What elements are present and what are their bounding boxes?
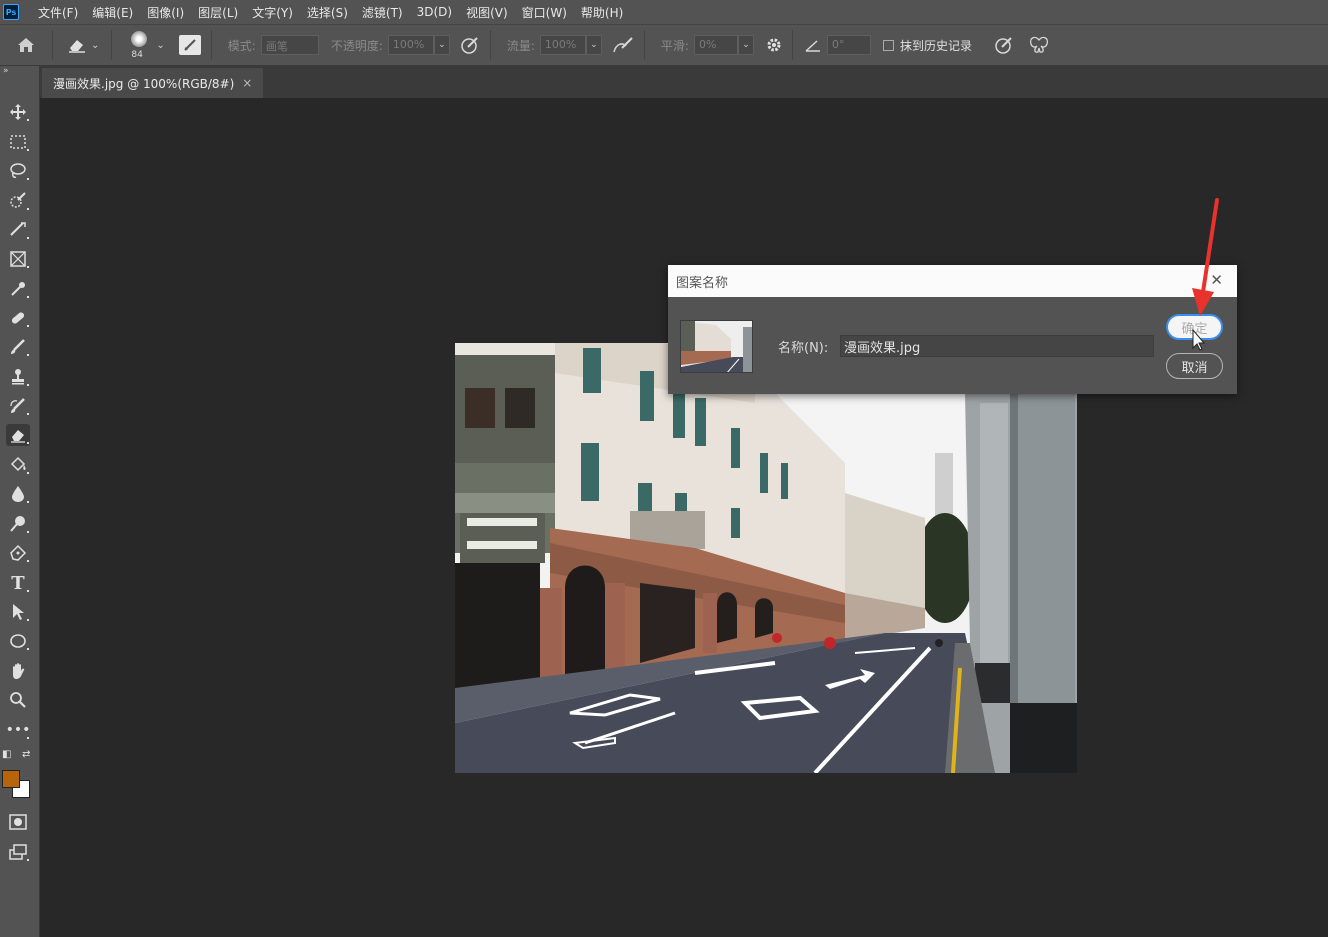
mode-select[interactable]: 画笔: [260, 35, 319, 55]
zoom-tool-icon[interactable]: [6, 689, 30, 711]
document-canvas-image[interactable]: [455, 343, 1077, 773]
menu-select[interactable]: 选择(S): [300, 4, 355, 21]
tools-panel: » T ••• ◧ ⇄: [0, 66, 40, 937]
swap-colors-icon[interactable]: ⇄: [22, 749, 30, 760]
pattern-name-input[interactable]: [840, 335, 1154, 357]
menu-3d[interactable]: 3D(D): [410, 5, 459, 19]
close-tab-icon[interactable]: ×: [242, 76, 252, 90]
cancel-button[interactable]: 取消: [1166, 353, 1223, 379]
brush-size-value: 84: [131, 50, 143, 60]
history-brush-tool-icon[interactable]: [6, 395, 30, 417]
eraser-tool-preset-icon[interactable]: [67, 37, 87, 53]
crop-tool-icon[interactable]: [6, 219, 30, 241]
smoothing-label: 平滑:: [660, 38, 689, 53]
hand-tool-icon[interactable]: [6, 660, 30, 682]
menu-type[interactable]: 文字(Y): [245, 4, 300, 21]
angle-icon: [805, 38, 821, 52]
smoothing-field[interactable]: 0%: [693, 35, 738, 55]
paint-bucket-tool-icon[interactable]: [6, 454, 30, 476]
pattern-name-dialog: 图案名称 ✕ 名称(N): 确定 取消: [668, 265, 1237, 394]
erase-to-history-label: 抹到历史记录: [899, 38, 972, 53]
smoothing-dropdown-button[interactable]: ⌄: [737, 35, 754, 55]
home-icon[interactable]: [6, 37, 46, 53]
pen-tool-icon[interactable]: [6, 542, 30, 564]
ellipse-tool-icon[interactable]: [6, 630, 30, 652]
opacity-field[interactable]: 100%: [387, 35, 434, 55]
pressure-size-icon[interactable]: [994, 36, 1014, 54]
foreground-color-swatch[interactable]: [2, 770, 20, 788]
menu-layer[interactable]: 图层(L): [191, 4, 245, 21]
move-tool-icon[interactable]: [6, 101, 30, 123]
menu-file[interactable]: 文件(F): [31, 4, 85, 21]
pattern-thumbnail: [680, 320, 753, 373]
symmetry-butterfly-icon[interactable]: [1028, 36, 1050, 54]
gear-icon[interactable]: [766, 37, 782, 53]
photoshop-logo-icon[interactable]: Ps: [3, 4, 19, 20]
options-bar: ⌄ 84 ⌄ 模式: 画笔 不透明度: 100% ⌄ 流量: 100% ⌄ 平滑…: [0, 24, 1328, 66]
chevron-down-icon[interactable]: ⌄: [91, 40, 99, 51]
quick-mask-icon[interactable]: [6, 811, 30, 833]
eraser-tool-icon[interactable]: [6, 424, 30, 446]
brush-preset-picker[interactable]: 84: [126, 27, 152, 63]
document-tab-title: 漫画效果.jpg @ 100%(RGB/8#): [53, 76, 235, 91]
type-tool-icon[interactable]: T: [6, 572, 30, 594]
brush-tip-icon: [131, 31, 148, 47]
chevron-down-icon[interactable]: ⌄: [156, 40, 164, 51]
menu-view[interactable]: 视图(V): [459, 4, 515, 21]
dialog-title-bar: 图案名称: [668, 265, 1237, 297]
menu-filter[interactable]: 滤镜(T): [355, 4, 410, 21]
close-icon[interactable]: ✕: [1210, 271, 1223, 289]
collapse-panel-icon[interactable]: »: [3, 66, 9, 76]
flow-field[interactable]: 100%: [539, 35, 586, 55]
healing-brush-tool-icon[interactable]: [6, 307, 30, 329]
name-label: 名称(N):: [778, 341, 829, 356]
menu-edit[interactable]: 编辑(E): [85, 4, 140, 21]
document-tab[interactable]: 漫画效果.jpg @ 100%(RGB/8#) ×: [42, 68, 263, 98]
screen-mode-icon[interactable]: [6, 841, 30, 863]
menu-bar: Ps 文件(F) 编辑(E) 图像(I) 图层(L) 文字(Y) 选择(S) 滤…: [0, 0, 1328, 24]
document-tab-strip: 漫画效果.jpg @ 100%(RGB/8#) ×: [40, 66, 1328, 98]
angle-field[interactable]: 0°: [826, 35, 871, 55]
frame-tool-icon[interactable]: [6, 248, 30, 270]
dialog-title: 图案名称: [676, 275, 729, 291]
blur-tool-icon[interactable]: [6, 483, 30, 505]
flow-label: 流量:: [506, 38, 535, 53]
mode-label: 模式:: [227, 38, 256, 53]
erase-to-history-checkbox[interactable]: [882, 39, 894, 51]
menu-window[interactable]: 窗口(W): [515, 4, 574, 21]
eyedropper-tool-icon[interactable]: [6, 278, 30, 300]
pressure-opacity-icon[interactable]: [460, 36, 480, 54]
menu-image[interactable]: 图像(I): [140, 4, 191, 21]
airbrush-icon[interactable]: [612, 36, 634, 54]
path-selection-tool-icon[interactable]: [6, 601, 30, 623]
brush-settings-panel-icon[interactable]: [178, 35, 201, 55]
marquee-tool-icon[interactable]: [6, 131, 30, 153]
dodge-tool-icon[interactable]: [6, 513, 30, 535]
ok-button[interactable]: 确定: [1166, 314, 1223, 340]
lasso-tool-icon[interactable]: [6, 160, 30, 182]
menu-help[interactable]: 帮助(H): [574, 4, 630, 21]
more-tools-icon[interactable]: •••: [6, 719, 30, 741]
brush-tool-icon[interactable]: [6, 336, 30, 358]
clone-stamp-tool-icon[interactable]: [6, 366, 30, 388]
flow-dropdown-button[interactable]: ⌄: [585, 35, 602, 55]
quick-selection-tool-icon[interactable]: [6, 190, 30, 212]
opacity-dropdown-button[interactable]: ⌄: [433, 35, 450, 55]
default-colors-icon[interactable]: ◧: [2, 749, 11, 760]
opacity-label: 不透明度:: [330, 38, 383, 53]
